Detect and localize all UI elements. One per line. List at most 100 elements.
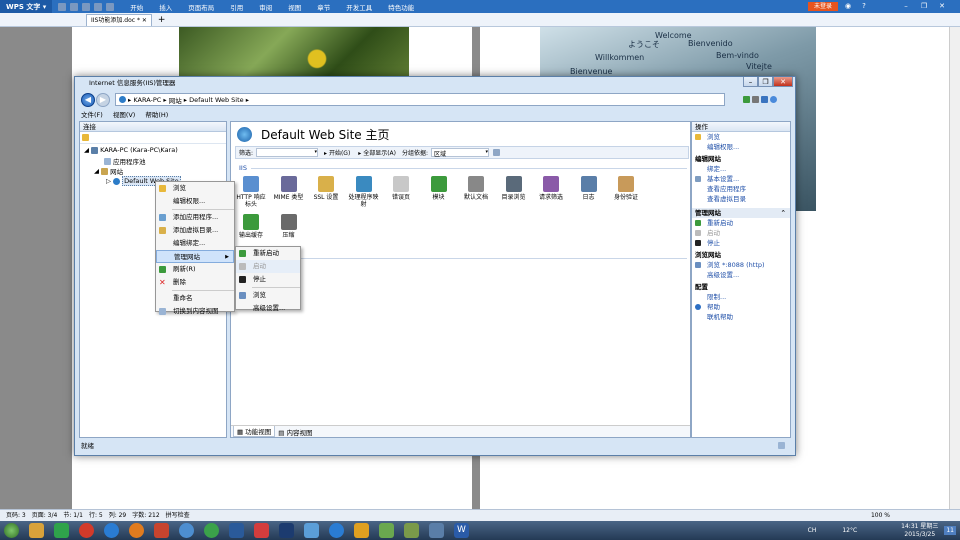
feature-error-pages[interactable]: 错误页 <box>384 176 418 201</box>
new-connection-icon[interactable] <box>82 134 89 141</box>
restore-icon[interactable]: ❐ <box>918 1 930 12</box>
menu-view[interactable]: 视图 <box>288 2 301 12</box>
taskbar-green-app-icon[interactable] <box>379 523 394 538</box>
feature-modules[interactable]: 模块 <box>422 176 456 201</box>
action-help[interactable]: 帮助 <box>692 302 790 312</box>
menu-insert[interactable]: 插入 <box>159 2 172 12</box>
section-manage-site[interactable]: 管理网站 ⌃ <box>692 208 790 218</box>
feature-ssl-settings[interactable]: SSL 设置 <box>309 176 343 201</box>
sub-browse[interactable]: 浏览 <box>236 289 300 302</box>
help-icon[interactable]: ? <box>858 1 870 12</box>
action-restart[interactable]: 重新启动 <box>692 218 790 228</box>
undo-icon[interactable] <box>94 2 103 11</box>
filter-input[interactable]: ▾ <box>256 148 319 157</box>
taskbar-360-icon[interactable] <box>54 523 69 538</box>
ctx-browse[interactable]: 浏览 <box>156 182 234 195</box>
action-basic-settings[interactable]: 基本设置... <box>692 174 790 184</box>
redo-icon[interactable] <box>106 2 115 11</box>
menu-special[interactable]: 特色功能 <box>388 2 414 12</box>
tray-weather[interactable]: 12°C <box>842 527 857 534</box>
ctx-refresh[interactable]: 刷新(R) <box>156 263 234 276</box>
taskbar-safari-icon[interactable] <box>179 523 194 538</box>
menu-layout[interactable]: 页面布局 <box>188 2 214 12</box>
action-browse[interactable]: 浏览 <box>692 132 790 142</box>
crumb-default-web-site[interactable]: Default Web Site <box>189 96 244 104</box>
vertical-scrollbar[interactable] <box>949 27 960 509</box>
taskbar-8-icon[interactable] <box>229 523 244 538</box>
action-edit-permissions[interactable]: 编辑权限... <box>692 142 790 152</box>
preview-icon[interactable] <box>82 2 91 11</box>
menu-chapter[interactable]: 章节 <box>317 2 330 12</box>
action-limits[interactable]: 限制... <box>692 292 790 302</box>
go-button[interactable]: ▸ 开始(G) <box>324 148 350 157</box>
menu-review[interactable]: 审阅 <box>259 2 272 12</box>
iis-restore-icon[interactable]: ❐ <box>758 77 773 87</box>
menu-help[interactable]: 帮助(H) <box>145 109 168 119</box>
feature-compression[interactable]: 压缩 <box>272 214 306 239</box>
taskbar-chrome-icon[interactable] <box>204 523 219 538</box>
menu-reference[interactable]: 引用 <box>230 2 243 12</box>
taskbar-opera-icon[interactable] <box>79 523 94 538</box>
close-icon[interactable]: ✕ <box>936 1 948 12</box>
iis-close-icon[interactable]: ✕ <box>773 77 793 87</box>
stop-icon[interactable] <box>752 96 759 103</box>
ctx-edit-permissions[interactable]: 编辑权限... <box>156 195 234 208</box>
feature-handler-mappings[interactable]: 处理程序映射 <box>347 176 381 208</box>
action-start[interactable]: 启动 <box>692 228 790 238</box>
menu-start[interactable]: 开始 <box>130 2 143 12</box>
feature-http-headers[interactable]: HTTP 响应标头 <box>234 176 268 208</box>
tab-content-view[interactable]: ▤ 内容视图 <box>278 427 312 437</box>
ctx-add-app[interactable]: 添加应用程序... <box>156 211 234 224</box>
ctx-edit-bindings[interactable]: 编辑绑定... <box>156 237 234 250</box>
feature-authentication[interactable]: 身份验证 <box>609 176 643 201</box>
feature-output-caching[interactable]: 输出缓存 <box>234 214 268 239</box>
taskbar-red-app-icon[interactable] <box>254 523 269 538</box>
action-view-apps[interactable]: 查看应用程序 <box>692 184 790 194</box>
iis-minimize-icon[interactable]: – <box>743 77 758 87</box>
tab-document[interactable]: IIS功能添加.doc * ✕ <box>86 13 152 26</box>
ctx-delete[interactable]: ✕ 删除 <box>156 276 234 289</box>
help-menu-icon[interactable] <box>770 96 777 103</box>
crumb-sites[interactable]: 网站 <box>169 95 182 105</box>
feature-request-filtering[interactable]: 请求筛选 <box>534 176 568 201</box>
action-view-vdirs[interactable]: 查看虚拟目录 <box>692 194 790 204</box>
login-button[interactable]: 未登录 <box>808 2 839 11</box>
tab-features-view[interactable]: ▦ 功能视图 <box>233 426 276 437</box>
taskbar-photoshop-icon[interactable] <box>279 523 294 538</box>
taskbar-iis-icon[interactable] <box>429 523 444 538</box>
address-box[interactable]: ▸ KARA-PC ▸ 网站 ▸ Default Web Site ▸ <box>115 93 725 106</box>
taskbar-wps-writer-icon[interactable]: W <box>454 523 469 538</box>
tray-calendar-badge[interactable]: 11 <box>944 526 956 535</box>
ctx-rename[interactable]: 重命名 <box>156 292 234 305</box>
sub-advanced[interactable]: 高级设置... <box>236 302 300 315</box>
tray-clock[interactable]: 14:31 星期三 2015/3/25 <box>901 523 938 539</box>
feature-logging[interactable]: 日志 <box>572 176 606 201</box>
show-all-button[interactable]: ▸ 全部显示(A) <box>358 148 396 157</box>
taskbar-fireworks-icon[interactable] <box>354 523 369 538</box>
tree-node-app-pools[interactable]: 应用程序池 <box>104 156 146 166</box>
connect-icon[interactable] <box>743 96 750 103</box>
action-advanced-settings[interactable]: 高级设置... <box>692 270 790 280</box>
start-button-icon[interactable] <box>4 523 19 538</box>
taskbar-app-icon[interactable] <box>154 523 169 538</box>
crumb-kara-pc[interactable]: KARA-PC <box>133 96 161 104</box>
new-tab-button[interactable]: + <box>158 15 166 25</box>
action-online-help[interactable]: 联机帮助 <box>692 312 790 322</box>
menu-devtools[interactable]: 开发工具 <box>346 2 372 12</box>
back-icon[interactable]: ◀ <box>81 92 95 107</box>
action-browse-port[interactable]: 浏览 *:8088 (http) <box>692 260 790 270</box>
taskbar-bird-icon[interactable] <box>304 523 319 538</box>
minimize-icon[interactable]: – <box>900 1 912 12</box>
sub-restart[interactable]: 重新启动 <box>236 247 300 260</box>
sub-start[interactable]: 启动 <box>236 260 300 273</box>
tree-node-server[interactable]: ◢ KARA-PC (Kara-PC\Kara) <box>84 146 178 154</box>
taskbar-ie-icon[interactable] <box>104 523 119 538</box>
taskbar-explorer-icon[interactable] <box>29 523 44 538</box>
zoom-level[interactable]: 100 % <box>871 510 890 521</box>
skin-icon[interactable]: ◉ <box>842 1 854 12</box>
sub-stop[interactable]: 停止 <box>236 273 300 286</box>
action-stop[interactable]: 停止 <box>692 238 790 248</box>
ctx-switch-content-view[interactable]: 切换到内容视图 <box>156 305 234 318</box>
wps-app-menu[interactable]: WPS 文字 ▾ <box>0 0 53 13</box>
spellcheck-toggle[interactable]: 拼写检查 <box>166 510 190 521</box>
